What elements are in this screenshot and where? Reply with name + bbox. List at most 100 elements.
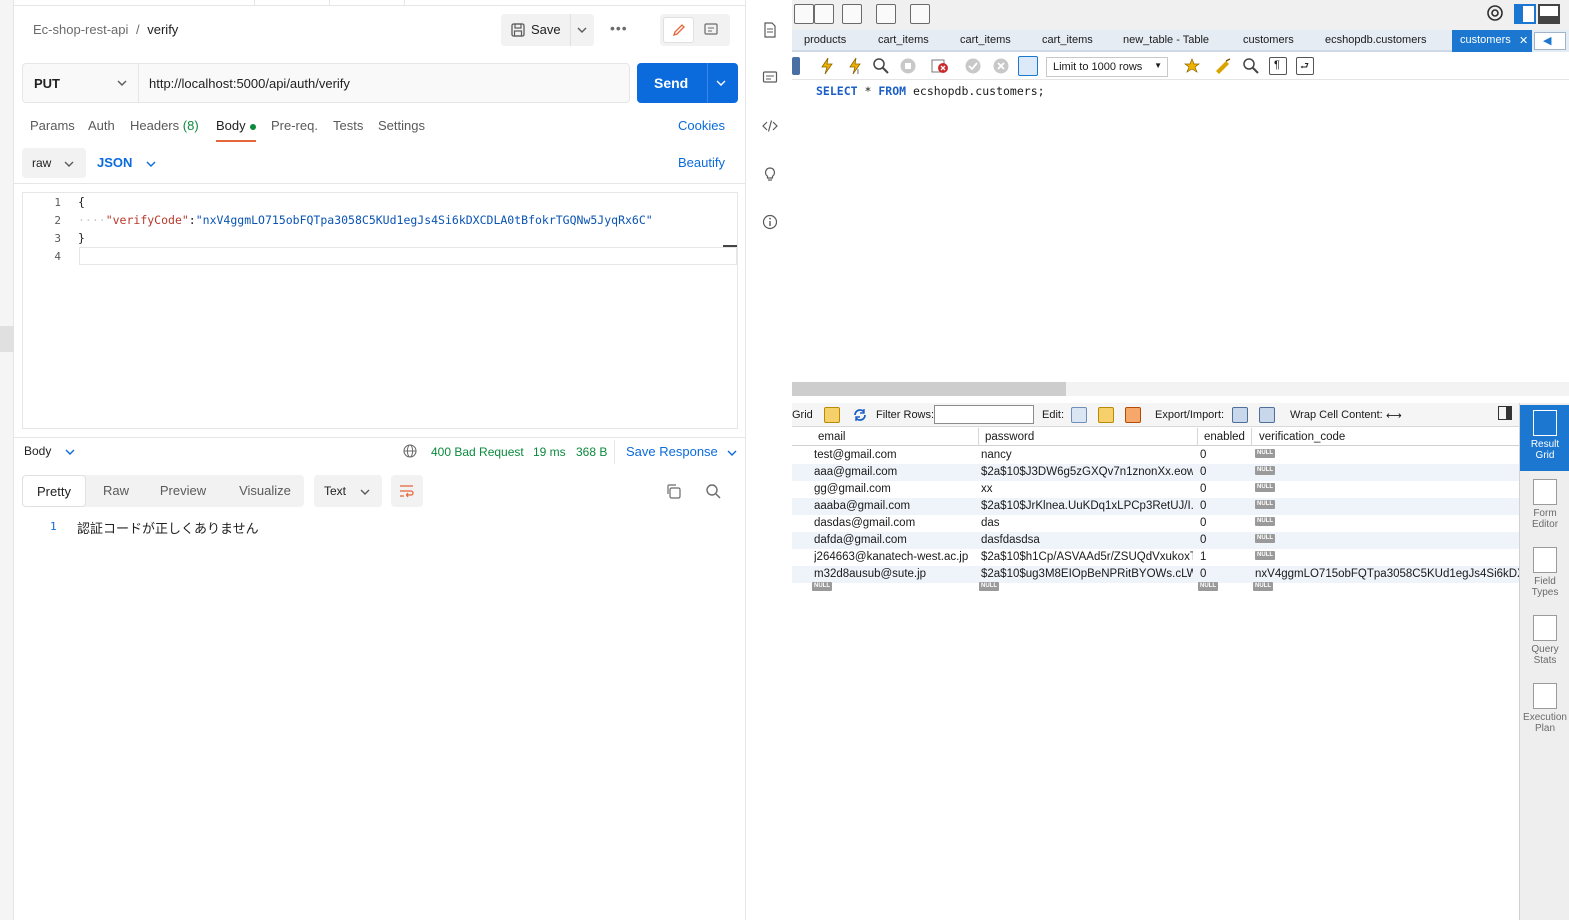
edit-row-icon[interactable]	[1071, 407, 1087, 423]
globe-icon[interactable]	[403, 444, 417, 458]
tab-tests[interactable]: Tests	[333, 118, 363, 133]
search-icon[interactable]	[705, 483, 721, 499]
tab-cart-items[interactable]: cart_items	[1032, 30, 1114, 52]
execute-icon[interactable]	[818, 57, 836, 75]
null-cell[interactable]: NULL	[1255, 483, 1275, 495]
table-cell[interactable]: 0	[1200, 517, 1206, 529]
column-header[interactable]: email	[818, 431, 845, 443]
insert-row-icon[interactable]	[1098, 407, 1114, 423]
tab-params[interactable]: Params	[30, 118, 75, 133]
cookies-link[interactable]: Cookies	[678, 118, 725, 133]
table-cell[interactable]: 0	[1200, 466, 1206, 478]
reconnect-icon[interactable]	[910, 4, 930, 24]
table-row[interactable]: j264663@kanatech-west.ac.jp $2a$10$h1Cp/A…	[792, 549, 1519, 566]
settings-icon[interactable]	[1486, 4, 1504, 22]
body-format-select[interactable]: JSON	[97, 155, 156, 170]
save-button[interactable]: Save	[501, 14, 594, 46]
comment-icon[interactable]	[704, 23, 718, 37]
split-panel-icon[interactable]	[1498, 406, 1512, 420]
table-cell[interactable]: dafda@gmail.com	[814, 534, 907, 546]
table-cell[interactable]: 1	[1200, 551, 1206, 563]
stop-icon[interactable]	[899, 57, 917, 75]
execute-current-icon[interactable]: I	[846, 57, 864, 75]
url-input[interactable]: http://localhost:5000/api/auth/verify	[149, 76, 350, 91]
table-row[interactable]: aaaba@gmail.com $2a$10$JrKlnea.UuKDq1xLPC…	[792, 498, 1519, 515]
view-tab-visualize[interactable]: Visualize	[228, 475, 302, 507]
find-icon[interactable]	[1242, 57, 1260, 75]
table-cell[interactable]: das	[981, 517, 1193, 529]
toggle-sidebar-icon[interactable]	[1514, 4, 1536, 24]
table-cell[interactable]: $2a$10$JrKlnea.UuKDq1xLPCp3RetUJ/I...	[981, 500, 1193, 512]
open-schema-icon[interactable]	[814, 4, 834, 24]
tab-settings[interactable]: Settings	[378, 118, 425, 133]
response-body-select[interactable]: Body	[24, 444, 75, 458]
close-tab-icon[interactable]: ✕	[1519, 34, 1528, 47]
tab-cart-items[interactable]: cart_items	[868, 30, 950, 52]
response-size[interactable]: 368 B	[576, 445, 607, 459]
view-tab-pretty[interactable]: Pretty	[22, 475, 86, 507]
table-row[interactable]: gg@gmail.com xx 0 NULL	[792, 481, 1519, 498]
left-sidebar-collapsed[interactable]	[0, 0, 14, 920]
chevron-down-icon[interactable]	[716, 79, 726, 87]
code-icon[interactable]	[762, 118, 778, 134]
limit-rows-select[interactable]: Limit to 1000 rows ▼	[1046, 57, 1168, 77]
editor-horizontal-scrollbar[interactable]	[792, 382, 1569, 396]
commit-icon[interactable]	[964, 57, 982, 75]
rollback-icon[interactable]	[992, 57, 1010, 75]
null-cell[interactable]: NULL	[1255, 466, 1275, 478]
editor-mode-toggle[interactable]	[660, 14, 730, 46]
execution-plan-tab[interactable]: Execution Plan	[1520, 681, 1569, 741]
null-cell[interactable]: NULL	[1255, 534, 1275, 546]
column-header[interactable]: password	[985, 431, 1034, 443]
table-cell[interactable]: dasfdasdsa	[981, 534, 1193, 546]
inspect-icon[interactable]	[876, 4, 896, 24]
table-cell[interactable]: aaaba@gmail.com	[814, 500, 910, 512]
save-script-icon[interactable]	[792, 57, 800, 75]
null-cell[interactable]: NULL	[1255, 449, 1275, 461]
method-select[interactable]: PUT	[23, 64, 139, 102]
table-cell[interactable]: 0	[1200, 500, 1206, 512]
tab-new-table[interactable]: new_table - Table	[1114, 30, 1220, 52]
beautify-link[interactable]: Beautify	[678, 155, 725, 170]
view-tab-raw[interactable]: Raw	[88, 475, 144, 507]
lightbulb-icon[interactable]	[762, 166, 778, 182]
tab-pre-request[interactable]: Pre-req.	[271, 118, 318, 133]
body-type-select[interactable]: raw	[22, 148, 86, 178]
sql-file-icon[interactable]	[794, 4, 814, 24]
wrap-lines-button[interactable]	[391, 475, 423, 507]
copy-icon[interactable]	[666, 484, 681, 499]
table-row[interactable]: dasdas@gmail.com das 0 NULL	[792, 515, 1519, 532]
table-cell[interactable]: $2a$10$J3DW6g5zGXQv7n1znonXx.eow...	[981, 466, 1193, 478]
edit-mode-button[interactable]	[663, 17, 694, 43]
scrollbar-thumb[interactable]	[792, 382, 1066, 396]
null-cell[interactable]: NULL	[1255, 517, 1275, 529]
comment-icon[interactable]	[762, 70, 778, 86]
sql-editor[interactable]: SELECT * FROM ecshopdb.customers;	[816, 84, 1045, 98]
response-body-text[interactable]: 認証コードが正しくありません	[77, 518, 259, 537]
refresh-icon[interactable]	[852, 407, 868, 423]
beautify-icon[interactable]	[1214, 57, 1232, 75]
view-tab-preview[interactable]: Preview	[148, 475, 218, 507]
toggle-errors-icon[interactable]	[931, 57, 949, 75]
save-response-button[interactable]: Save Response	[626, 444, 737, 459]
auto-commit-icon[interactable]	[1018, 56, 1038, 76]
column-header[interactable]: verification_code	[1259, 431, 1345, 443]
info-icon[interactable]	[762, 214, 778, 230]
wrap-cell-icon[interactable]: ⟷	[1386, 409, 1402, 422]
field-types-tab[interactable]: Field Types	[1520, 545, 1569, 605]
null-cell[interactable]: NULL	[1255, 551, 1275, 563]
import-icon[interactable]	[1259, 407, 1275, 423]
result-grid-tab[interactable]: Result Grid	[1520, 405, 1569, 471]
table-cell[interactable]: $2a$10$h1Cp/ASVAAd5r/ZSUQdVxukoxT...	[981, 551, 1193, 563]
word-wrap-icon[interactable]: ⮐	[1296, 57, 1314, 75]
send-button[interactable]: Send	[637, 63, 738, 103]
chevron-down-icon[interactable]	[577, 26, 587, 34]
export-icon[interactable]	[1232, 407, 1248, 423]
delete-row-icon[interactable]	[1125, 407, 1141, 423]
query-stats-tab[interactable]: Query Stats	[1520, 613, 1569, 673]
response-time[interactable]: 19 ms	[533, 445, 566, 459]
tab-overflow-icon[interactable]: ◀	[1534, 32, 1566, 50]
table-cell[interactable]: m32d8ausub@sute.jp	[814, 568, 926, 580]
document-icon[interactable]	[762, 22, 778, 38]
table-cell[interactable]: j264663@kanatech-west.ac.jp	[814, 551, 968, 563]
